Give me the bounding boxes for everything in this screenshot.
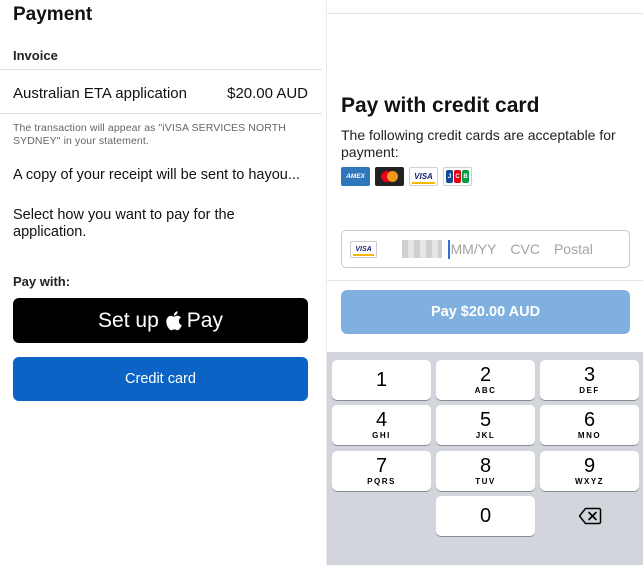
key-5[interactable]: 5 JKL [436,405,535,445]
divider [327,13,643,14]
payment-panel: Payment Invoice Australian ETA applicati… [0,0,322,565]
visa-logo-icon: VISA [409,167,438,186]
accepted-card-logos: AMEX VISA JCB [341,167,472,186]
apple-logo-icon [166,311,182,331]
payment-instruction: Select how you want to pay for the appli… [13,207,235,240]
pay-button[interactable]: Pay $20.00 AUD [341,290,630,334]
apple-pay-button[interactable]: Set up Pay [13,298,308,343]
key-8[interactable]: 8 TUV [436,451,535,491]
invoice-item-name: Australian ETA application [13,85,187,102]
key-6[interactable]: 6 MNO [540,405,639,445]
amex-logo-icon: AMEX [341,167,370,186]
card-brand-icon: VISA [350,240,377,258]
invoice-item-price: $20.00 AUD [227,85,308,102]
backspace-icon [578,507,601,525]
key-2[interactable]: 2 ABC [436,360,535,400]
accepted-cards-text: The following credit cards are acceptabl… [341,127,616,160]
card-number-field[interactable] [402,240,442,258]
key-0[interactable]: 0 [436,496,535,536]
credit-card-button[interactable]: Credit card [13,357,308,401]
key-3[interactable]: 3 DEF [540,360,639,400]
key-7[interactable]: 7 PQRS [332,451,431,491]
cvc-field[interactable]: CVC [510,241,540,257]
apple-pay-prefix: Set up [98,308,159,332]
invoice-label: Invoice [13,48,58,63]
card-details-input[interactable]: VISA MM/YY CVC Postal [341,230,630,268]
key-1[interactable]: 1 [332,360,431,400]
text-cursor [448,239,450,259]
mastercard-logo-icon [375,167,404,186]
receipt-notice: A copy of your receipt will be sent to h… [13,167,300,183]
credit-card-panel: Pay with credit card The following credi… [326,0,643,565]
delete-key[interactable] [540,496,639,536]
key-9[interactable]: 9 WXYZ [540,451,639,491]
apple-pay-suffix: Pay [186,308,223,332]
pay-with-label: Pay with: [13,274,71,289]
expiry-field[interactable]: MM/YY [451,241,497,257]
page-title: Payment [13,4,93,25]
numeric-keypad: 1 2 ABC 3 DEF 4 GHI 5 JKL 6 MNO 7 PQRS 8… [327,352,643,565]
divider [327,280,643,281]
key-4[interactable]: 4 GHI [332,405,431,445]
jcb-logo-icon: JCB [443,167,472,186]
divider [0,69,322,70]
postal-field[interactable]: Postal [554,241,593,257]
divider [0,113,322,114]
statement-disclaimer: The transaction will appear as "iVISA SE… [13,122,286,147]
credit-card-title: Pay with credit card [341,94,540,117]
